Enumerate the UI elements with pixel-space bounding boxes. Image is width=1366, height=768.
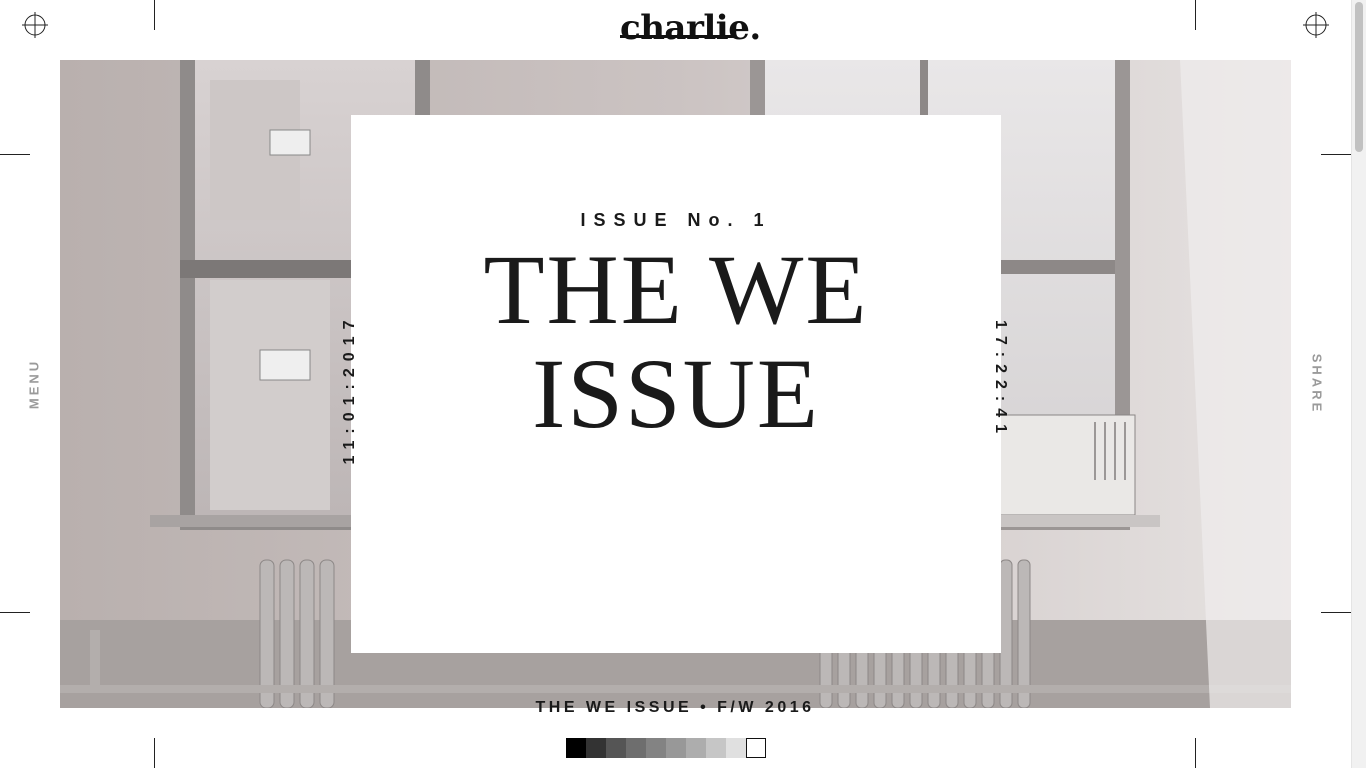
- issue-date: 11:01:2017: [341, 313, 358, 465]
- page-scrollbar[interactable]: [1351, 0, 1366, 768]
- color-swatch: [626, 738, 646, 758]
- registration-crosshair-icon: [22, 12, 48, 38]
- crop-mark-right-upper: [1321, 154, 1351, 155]
- headline-line-1: THE WE: [483, 234, 869, 345]
- color-swatch: [726, 738, 746, 758]
- brand-logo[interactable]: charlie.: [620, 8, 761, 48]
- grayscale-swatch-bar: [566, 738, 766, 758]
- color-swatch: [706, 738, 726, 758]
- color-swatch: [746, 738, 766, 758]
- crop-mark-left-lower: [0, 612, 30, 613]
- crop-mark-bottom-left: [154, 738, 155, 768]
- crop-mark-bottom-right: [1195, 738, 1196, 768]
- color-swatch: [646, 738, 666, 758]
- color-swatch: [586, 738, 606, 758]
- crop-mark-left-upper: [0, 154, 30, 155]
- registration-crosshair-icon: [1303, 12, 1329, 38]
- color-swatch: [686, 738, 706, 758]
- issue-footer-title: THE WE ISSUE • F/W 2016: [535, 699, 815, 716]
- color-swatch: [666, 738, 686, 758]
- menu-button[interactable]: MENU: [27, 359, 42, 409]
- issue-time: 17:22:41: [992, 319, 1009, 441]
- crop-mark-top-right: [1195, 0, 1196, 30]
- issue-number: ISSUE No. 1: [580, 210, 772, 230]
- headline-line-2: ISSUE: [532, 338, 820, 449]
- logo-strike-line: [620, 35, 734, 38]
- scrollbar-thumb[interactable]: [1355, 2, 1363, 152]
- cover-headline: THE WE ISSUE: [351, 238, 1001, 446]
- share-button[interactable]: SHARE: [1310, 354, 1325, 415]
- color-swatch: [566, 738, 586, 758]
- color-swatch: [606, 738, 626, 758]
- logo-text: charlie.: [620, 8, 761, 48]
- crop-mark-right-lower: [1321, 612, 1351, 613]
- crop-mark-top-left: [154, 0, 155, 30]
